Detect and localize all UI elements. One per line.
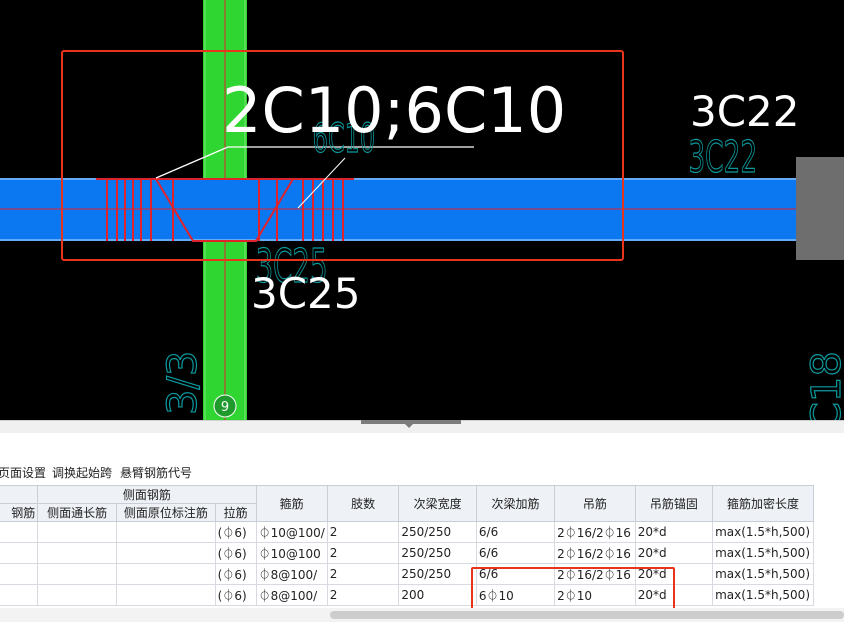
col-side-through[interactable]: 侧面通长筋 — [37, 503, 118, 522]
table-row[interactable]: (⏀6) ⏀10@100 2 250/250 6/6 2⏀16/2⏀16 20*… — [0, 542, 814, 564]
row-highlight-box — [471, 567, 675, 611]
top-rebar-label[interactable]: 2C10;6C10 — [222, 74, 566, 147]
bottom-rebar-label[interactable]: 3C25 — [251, 269, 361, 318]
cell[interactable]: max(1.5*h,500) — [712, 584, 814, 606]
cad-drawing-canvas[interactable]: 6C10 3C22 3C25 3/3 C18 2C10;6C10 3C22 3C… — [0, 0, 844, 420]
cell[interactable] — [0, 521, 39, 543]
table-row[interactable]: (⏀6) ⏀10@100/ 2 250/250 6/6 2⏀16/2⏀16 20… — [0, 521, 814, 543]
table-row[interactable]: (⏀6) ⏀8@100/ 2 250/250 6/6 2⏀16/2⏀16 20*… — [0, 563, 814, 585]
col-hanger-anchor[interactable]: 吊筋锚固 — [634, 485, 714, 522]
cell[interactable]: (⏀6) — [214, 521, 257, 543]
page-settings-button[interactable]: 页面设置 — [0, 464, 46, 481]
cell[interactable]: ⏀10@100 — [255, 542, 328, 564]
cell[interactable]: ⏀8@100/ — [255, 563, 328, 585]
col-legs[interactable]: 肢数 — [326, 485, 400, 522]
cell[interactable]: (⏀6) — [214, 563, 257, 585]
cell[interactable] — [116, 584, 216, 606]
horizontal-scrollbar[interactable] — [0, 608, 844, 622]
beam-rebar-table: 侧面钢筋 箍筋 肢数 次梁宽度 次梁加筋 吊筋 吊筋锚固 箍筋加密长度 钢筋 侧… — [0, 485, 844, 607]
cell[interactable] — [116, 563, 216, 585]
table-row[interactable]: (⏀6) ⏀8@100/ 2 200 6⏀10 2⏀10 20*d max(1.… — [0, 584, 814, 606]
cell[interactable]: max(1.5*h,500) — [712, 563, 814, 585]
cell[interactable]: 20*d — [634, 542, 714, 564]
cell[interactable] — [37, 584, 118, 606]
scrollbar-thumb[interactable] — [330, 611, 844, 619]
cell[interactable]: 2 — [326, 584, 400, 606]
cell[interactable] — [37, 563, 118, 585]
cell[interactable]: 2 — [326, 563, 400, 585]
cell[interactable]: 250/250 — [398, 521, 477, 543]
cell[interactable] — [37, 521, 118, 543]
right-rebar-label[interactable]: 3C22 — [690, 87, 800, 136]
chevron-down-icon[interactable] — [405, 424, 413, 428]
col-stirrup[interactable]: 箍筋 — [255, 485, 328, 522]
cell[interactable] — [116, 521, 216, 543]
cell[interactable]: 20*d — [634, 521, 714, 543]
cell[interactable]: 250/250 — [398, 563, 477, 585]
cell[interactable]: max(1.5*h,500) — [712, 542, 814, 564]
cantilever-code-button[interactable]: 悬臂钢筋代号 — [120, 464, 192, 481]
cell[interactable]: (⏀6) — [214, 584, 257, 606]
col-side-original[interactable]: 侧面原位标注筋 — [116, 503, 216, 522]
cell[interactable]: 6/6 — [475, 542, 556, 564]
axis-number: 9 — [221, 400, 229, 415]
cell[interactable]: max(1.5*h,500) — [712, 521, 814, 543]
side-rebar-group-header: 侧面钢筋 — [37, 485, 257, 504]
cell[interactable]: 200 — [398, 584, 477, 606]
cell[interactable]: (⏀6) — [214, 542, 257, 564]
table-toolbar: 页面设置 调换起始跨 悬臂钢筋代号 — [0, 458, 844, 484]
cell[interactable]: 2⏀16/2⏀16 — [554, 542, 636, 564]
cell[interactable]: ⏀8@100/ — [255, 584, 328, 606]
col-hanger[interactable]: 吊筋 — [554, 485, 636, 522]
cell[interactable]: 2 — [326, 521, 400, 543]
cell[interactable]: 250/250 — [398, 542, 477, 564]
cell[interactable]: ⏀10@100/ — [255, 521, 328, 543]
cell[interactable] — [0, 563, 39, 585]
cell[interactable] — [37, 542, 118, 564]
adjacent-element[interactable] — [796, 157, 844, 260]
col-sec-beam-extra[interactable]: 次梁加筋 — [475, 485, 556, 522]
cell[interactable]: 2⏀16/2⏀16 — [554, 521, 636, 543]
col-sec-beam-width[interactable]: 次梁宽度 — [398, 485, 477, 522]
col-tie[interactable]: 拉筋 — [214, 503, 257, 522]
cell[interactable] — [116, 542, 216, 564]
cell[interactable]: 2 — [326, 542, 400, 564]
adjust-start-span-button[interactable]: 调换起始跨 — [52, 464, 112, 481]
cell[interactable] — [0, 584, 39, 606]
col-stirrup-dense-len[interactable]: 箍筋加密长度 — [712, 485, 814, 522]
ghost-label-right: 3C22 — [688, 131, 757, 183]
ghost-right-edge-annotation: C18 — [804, 351, 844, 420]
col-0[interactable]: 钢筋 — [0, 503, 39, 522]
ghost-left-annotation: 3/3 — [160, 351, 206, 415]
cell[interactable] — [0, 542, 39, 564]
cell[interactable]: 6/6 — [475, 521, 556, 543]
